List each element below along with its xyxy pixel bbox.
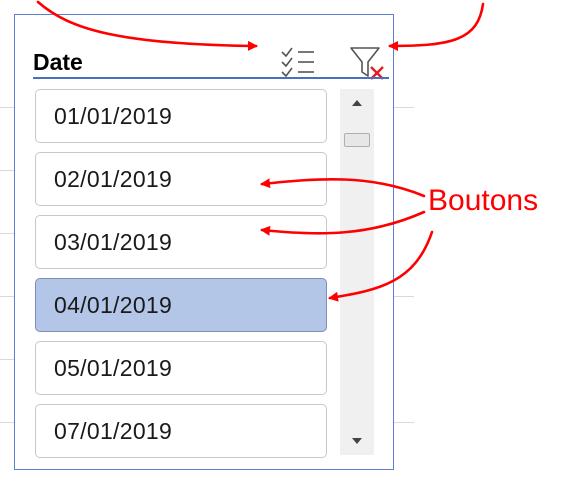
grid-line <box>0 296 14 297</box>
slicer-item-button[interactable]: 03/01/2019 <box>35 215 327 269</box>
slicer-item-label: 05/01/2019 <box>54 355 173 381</box>
slicer-item-label: 07/01/2019 <box>54 418 173 444</box>
slicer-item-button[interactable]: 02/01/2019 <box>35 152 327 206</box>
annotation-label: Boutons <box>428 184 539 217</box>
scroll-down-arrow-icon[interactable] <box>340 429 374 453</box>
grid-line <box>0 107 14 108</box>
slicer-item-label: 02/01/2019 <box>54 166 173 192</box>
vertical-scrollbar[interactable] <box>340 89 374 455</box>
slicer-item-button[interactable]: 01/01/2019 <box>35 89 327 143</box>
spreadsheet-canvas: Date 01/01/2019 02/01/2019 03/01/2019 04… <box>0 0 563 483</box>
grid-line <box>394 107 414 108</box>
grid-line <box>0 170 14 171</box>
slicer-header: Date <box>33 33 387 93</box>
scroll-up-arrow-icon[interactable] <box>340 91 374 115</box>
slicer-item-label: 03/01/2019 <box>54 229 173 255</box>
slicer-item-button-selected[interactable]: 04/01/2019 <box>35 278 327 332</box>
slicer-item-button[interactable]: 07/01/2019 <box>35 404 327 458</box>
slicer-title: Date <box>33 49 83 75</box>
grid-line <box>0 233 14 234</box>
grid-line <box>394 296 414 297</box>
grid-line <box>0 422 14 423</box>
header-divider <box>33 77 389 79</box>
scroll-thumb[interactable] <box>344 133 370 147</box>
slicer-item-label: 04/01/2019 <box>54 292 173 318</box>
slicer-item-label: 01/01/2019 <box>54 103 173 129</box>
arrow-to-clear-filter <box>388 2 485 51</box>
date-slicer[interactable]: Date 01/01/2019 02/01/2019 03/01/2019 04… <box>14 14 394 470</box>
grid-line <box>0 359 14 360</box>
slicer-item-button[interactable]: 05/01/2019 <box>35 341 327 395</box>
grid-line <box>394 422 414 423</box>
